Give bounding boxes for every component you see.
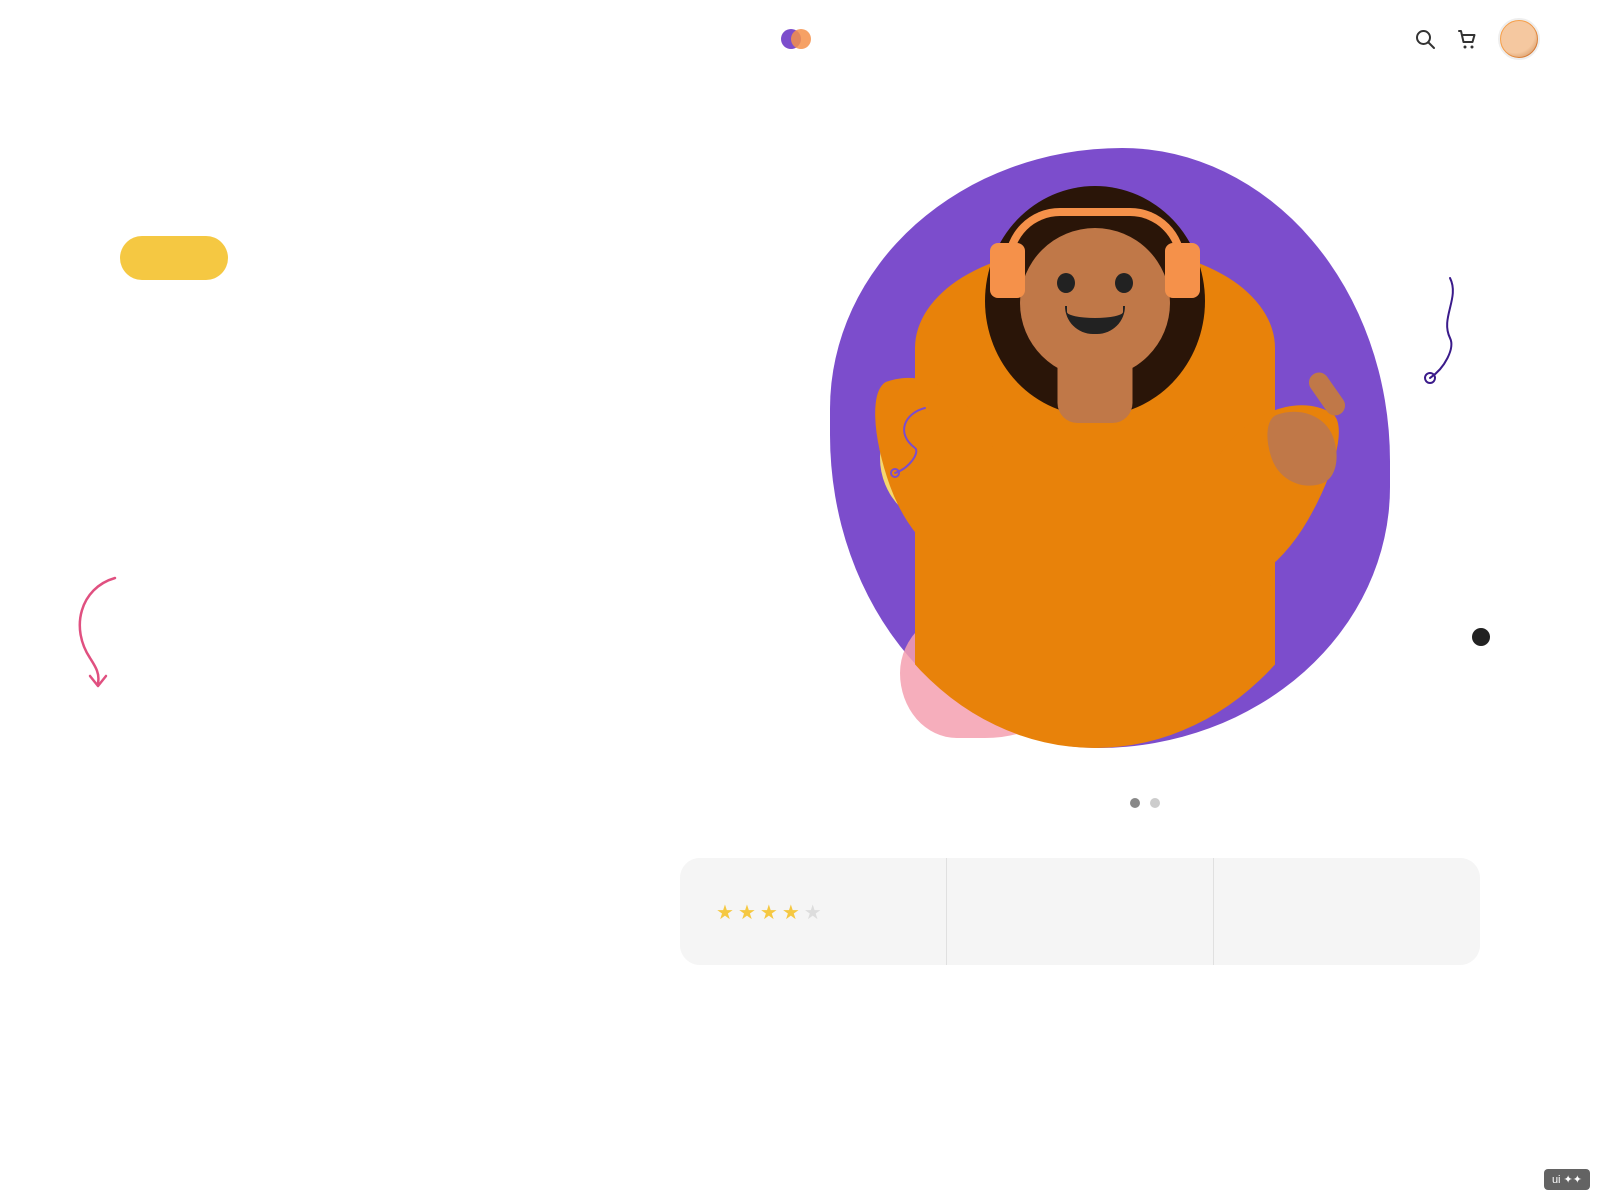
logo-icon [779,22,813,56]
hero-image-area [770,128,1520,828]
star-4: ★ [782,900,800,925]
slide-dot-2[interactable] [1150,798,1160,808]
ui-badge: ui ✦✦ [1544,1169,1590,1190]
arrow-decoration [60,568,140,693]
slide-dot-1[interactable] [1130,798,1140,808]
cart-icon[interactable] [1456,28,1478,50]
slide-indicator [1130,798,1160,808]
star-1: ★ [716,900,734,925]
shop-now-button[interactable] [120,236,228,280]
stat-stars: ★ ★ ★ ★ ★ [716,900,910,925]
stat-card-rating: ★ ★ ★ ★ ★ [680,858,947,965]
stats-cards: ★ ★ ★ ★ ★ [680,858,1480,965]
hero-content [120,128,770,280]
doodle-left-decoration [865,398,945,493]
black-dot-decoration [1472,628,1490,646]
header-actions [1414,18,1540,60]
avatar[interactable] [1498,18,1540,60]
main-nav [0,78,1600,108]
doodle-right-decoration [1370,268,1470,393]
stats-section: ★ ★ ★ ★ ★ [0,828,1600,1008]
stat-card-sales [947,858,1214,965]
star-3: ★ [760,900,778,925]
hero-actions [120,236,770,280]
avatar-image [1501,21,1537,57]
hero-section [0,108,1600,828]
star-5-half: ★ [804,900,822,925]
search-icon[interactable] [1414,28,1436,50]
star-2: ★ [738,900,756,925]
stat-card-products [1214,858,1480,965]
header [0,0,1600,78]
logo[interactable] [779,22,821,56]
